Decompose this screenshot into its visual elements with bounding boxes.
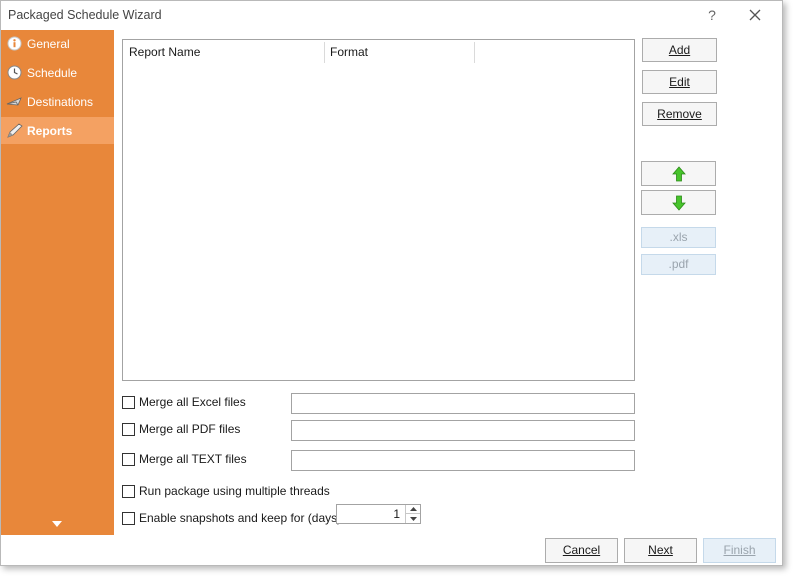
plane-icon bbox=[6, 93, 23, 110]
sidebar-item-general[interactable]: General bbox=[1, 30, 114, 57]
column-format[interactable]: Format bbox=[324, 40, 368, 64]
pdf-button[interactable]: .pdf bbox=[641, 254, 716, 275]
snapshot-days-value[interactable]: 1 bbox=[393, 507, 400, 521]
multiple-threads-label: Run package using multiple threads bbox=[139, 484, 330, 498]
add-button[interactable]: Add bbox=[642, 38, 717, 62]
clock-icon bbox=[6, 64, 23, 81]
remove-button[interactable]: Remove bbox=[642, 102, 717, 126]
chevron-up-icon bbox=[409, 507, 417, 511]
merge-pdf-option[interactable]: Merge all PDF files bbox=[122, 421, 240, 437]
reports-list-header: Report Name Format bbox=[123, 40, 634, 64]
cancel-button[interactable]: Cancel bbox=[545, 538, 618, 563]
chevron-down-icon bbox=[409, 516, 417, 521]
sidebar-item-destinations[interactable]: Destinations bbox=[1, 88, 114, 115]
merge-excel-checkbox[interactable] bbox=[122, 395, 135, 409]
merge-pdf-label: Merge all PDF files bbox=[139, 422, 241, 436]
expand-arrow-icon[interactable] bbox=[50, 519, 64, 529]
sidebar-item-label: Schedule bbox=[27, 65, 78, 80]
down-arrow-icon bbox=[671, 195, 686, 211]
spin-down-button[interactable] bbox=[405, 514, 420, 523]
help-button[interactable]: ? bbox=[703, 5, 721, 25]
snapshots-checkbox[interactable] bbox=[122, 511, 135, 525]
reports-list[interactable]: Report Name Format bbox=[122, 39, 635, 381]
merge-pdf-filename-field[interactable] bbox=[291, 420, 635, 441]
column-divider[interactable] bbox=[474, 42, 475, 63]
merge-excel-label: Merge all Excel files bbox=[139, 395, 246, 409]
info-icon bbox=[6, 35, 23, 52]
finish-button[interactable]: Finish bbox=[703, 538, 776, 563]
merge-text-checkbox[interactable] bbox=[122, 452, 135, 466]
multiple-threads-option[interactable]: Run package using multiple threads bbox=[122, 483, 330, 499]
xls-button[interactable]: .xls bbox=[641, 227, 716, 248]
sidebar-item-label: Reports bbox=[27, 123, 73, 138]
merge-excel-filename-field[interactable] bbox=[291, 393, 635, 414]
merge-text-filename-field[interactable] bbox=[291, 450, 635, 471]
multiple-threads-checkbox[interactable] bbox=[122, 484, 135, 498]
wizard-window: Packaged Schedule Wizard ? General Sched… bbox=[0, 0, 783, 566]
move-up-button[interactable] bbox=[641, 161, 716, 186]
snapshot-days-spinner[interactable]: 1 bbox=[336, 504, 421, 524]
sidebar: General Schedule Destinations Reports bbox=[1, 30, 114, 535]
close-button[interactable] bbox=[744, 5, 766, 25]
next-button[interactable]: Next bbox=[624, 538, 697, 563]
title-bar: Packaged Schedule Wizard ? bbox=[1, 1, 782, 30]
column-report-name[interactable]: Report Name bbox=[123, 40, 200, 64]
merge-pdf-checkbox[interactable] bbox=[122, 422, 135, 436]
spin-up-button[interactable] bbox=[405, 505, 420, 514]
merge-text-option[interactable]: Merge all TEXT files bbox=[122, 451, 247, 467]
sidebar-item-schedule[interactable]: Schedule bbox=[1, 59, 114, 86]
snapshots-label: Enable snapshots and keep for (days) bbox=[139, 511, 342, 525]
sidebar-item-label: Destinations bbox=[27, 94, 94, 109]
snapshots-option[interactable]: Enable snapshots and keep for (days) bbox=[122, 510, 341, 526]
sidebar-item-reports[interactable]: Reports bbox=[1, 117, 114, 144]
window-title: Packaged Schedule Wizard bbox=[8, 8, 162, 22]
pen-icon bbox=[6, 122, 23, 139]
edit-button[interactable]: Edit bbox=[642, 70, 717, 94]
move-down-button[interactable] bbox=[641, 190, 716, 215]
merge-text-label: Merge all TEXT files bbox=[139, 452, 247, 466]
up-arrow-icon bbox=[671, 165, 686, 181]
close-icon bbox=[749, 9, 761, 21]
sidebar-item-label: General bbox=[27, 36, 70, 51]
merge-excel-option[interactable]: Merge all Excel files bbox=[122, 394, 246, 410]
